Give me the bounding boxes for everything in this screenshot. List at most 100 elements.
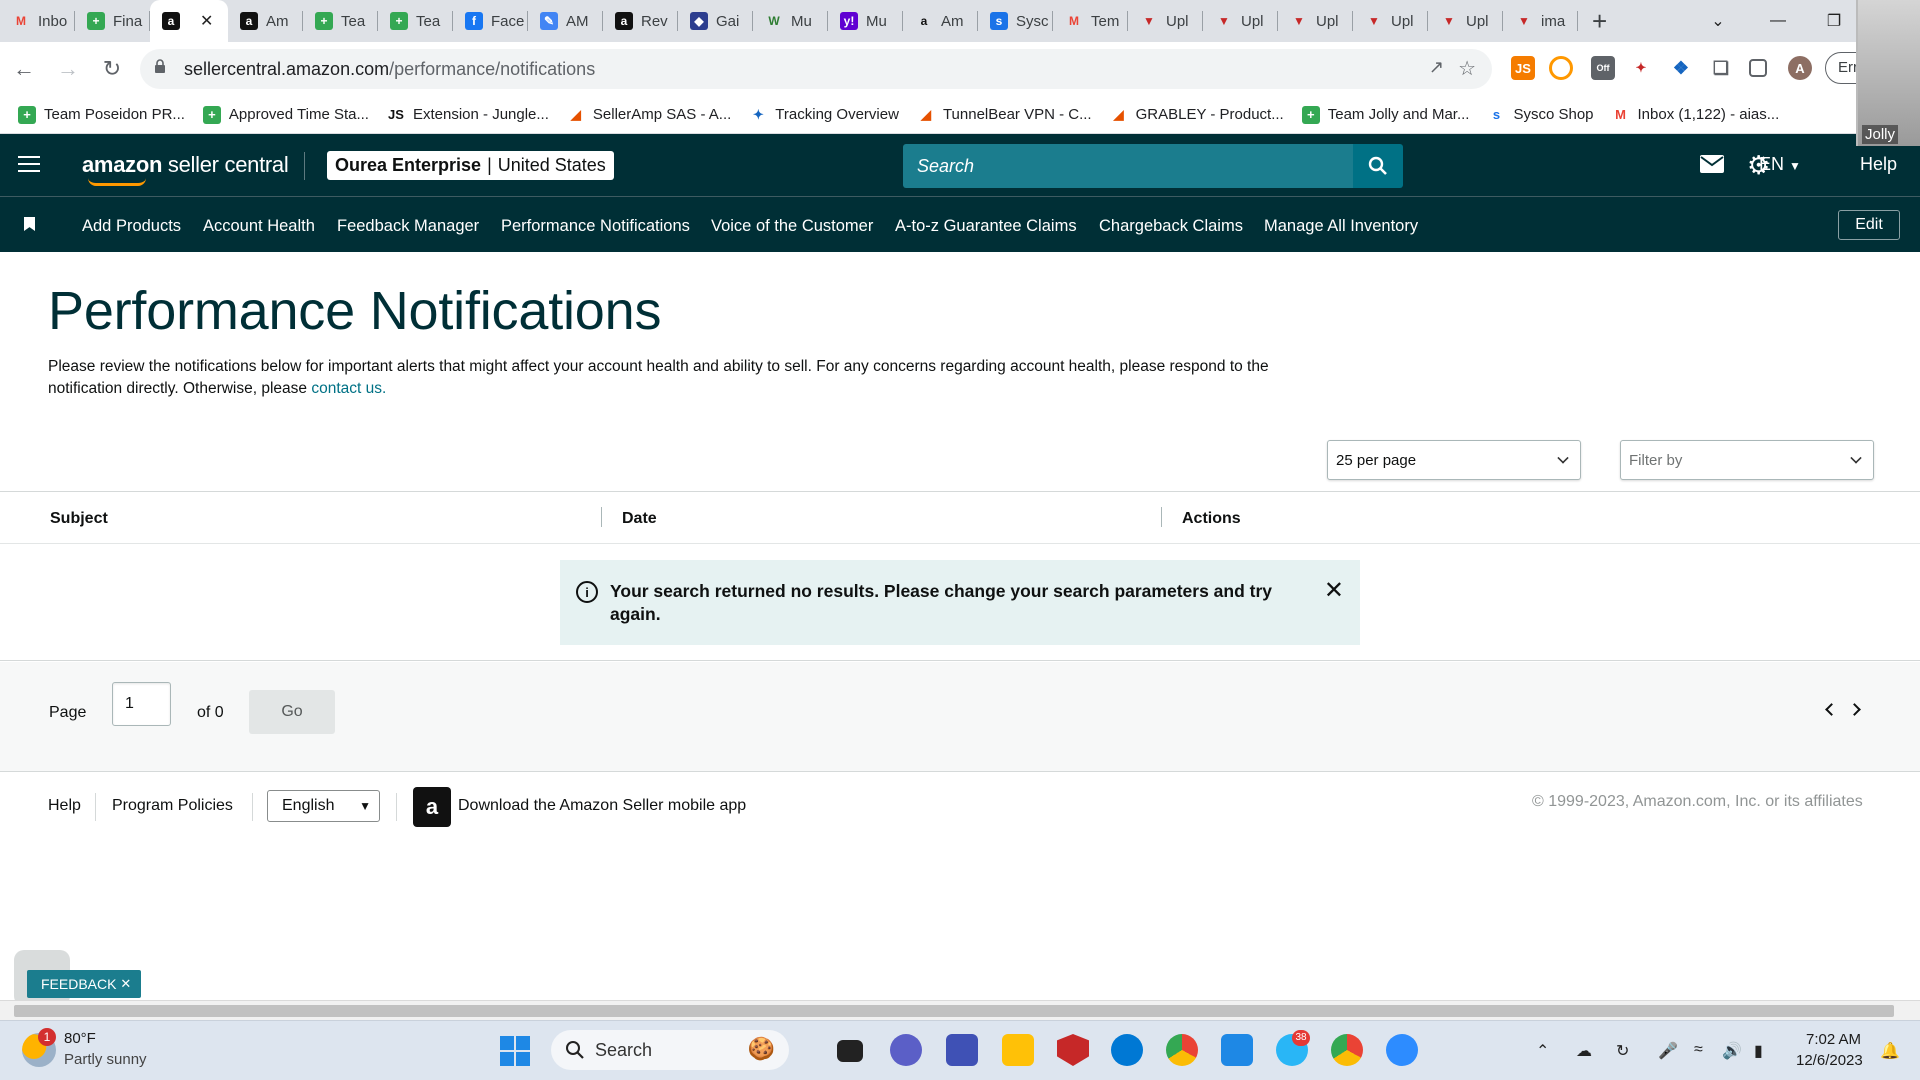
task-view-icon[interactable] [837,1040,863,1062]
nav-link[interactable]: Account Health [203,217,315,236]
minimize-icon[interactable]: — [1750,0,1806,42]
share-icon[interactable]: ↗ [1429,57,1444,78]
tab-18[interactable]: ▼ Upl [1353,0,1428,42]
tab-13[interactable]: s Sysc [978,0,1053,42]
tab-15[interactable]: ▼ Upl [1128,0,1203,42]
onedrive-cloud-icon[interactable]: ☁ [1576,1041,1592,1061]
tab-11[interactable]: y! Mu [828,0,903,42]
chrome-profile-icon[interactable] [1331,1034,1363,1066]
tab-2[interactable]: a ✕ [150,0,228,42]
amazon-app-icon[interactable]: a [413,787,451,827]
tab-1[interactable]: + Fina [75,0,150,42]
zoom-icon[interactable] [1386,1034,1418,1066]
file-explorer-icon[interactable] [1002,1034,1034,1066]
program-policies-link[interactable]: Program Policies [112,797,233,815]
tab-14[interactable]: M Tem [1053,0,1128,42]
extension-off-icon[interactable]: Off [1591,56,1615,80]
footer-language-select[interactable]: English ▼ [267,790,380,822]
side-panel-icon[interactable] [1749,59,1767,77]
windows-start-icon[interactable] [500,1036,530,1066]
feedback-button[interactable]: FEEDBACK ✕ [27,970,141,998]
notifications-icon[interactable]: 🔔 [1880,1041,1900,1061]
junglescout-extension-icon[interactable]: JS [1511,56,1535,80]
amazon-seller-central-logo[interactable]: amazon seller central [82,152,289,186]
nav-link[interactable]: Performance Notifications [501,217,690,236]
forward-icon[interactable]: → [48,49,88,89]
nav-link[interactable]: A-to-z Guarantee Claims [895,217,1077,236]
bookmark-item[interactable]: JS Extension - Jungle... [387,106,549,124]
tab-4[interactable]: + Tea [303,0,378,42]
tab-3[interactable]: a Am [228,0,303,42]
taskbar-search[interactable]: Search 🍪 [551,1030,789,1070]
chrome-icon[interactable] [1166,1034,1198,1066]
contact-us-link[interactable]: contact us. [311,380,386,397]
mail-icon[interactable] [1700,155,1724,179]
chevron-left-icon[interactable] [1825,703,1838,716]
clock-date[interactable]: 12/6/2023 [1796,1052,1863,1069]
photos-icon[interactable] [1221,1034,1253,1066]
language-selector[interactable]: EN ▼ [1759,154,1801,175]
new-tab-button[interactable]: + [1592,6,1607,37]
filter-select[interactable]: Filter by [1620,440,1874,480]
column-date[interactable]: Date [622,510,657,528]
tab-0[interactable]: M Inbo [0,0,75,42]
search-button[interactable] [1353,144,1403,188]
back-icon[interactable]: ← [4,49,44,89]
nav-link[interactable]: Manage All Inventory [1264,217,1418,236]
bookmark-item[interactable]: ◢ TunnelBear VPN - C... [917,106,1092,124]
chevron-up-icon[interactable]: ⌃ [1536,1041,1549,1061]
column-subject[interactable]: Subject [50,510,108,528]
sync-icon[interactable]: ↻ [1616,1041,1629,1061]
page-number-input[interactable]: 1 [112,682,171,726]
grabley-extension-icon[interactable]: ✦ [1629,56,1653,80]
nav-link[interactable]: Chargeback Claims [1099,217,1243,236]
chevron-right-icon[interactable] [1848,703,1861,716]
close-icon[interactable]: ✕ [120,976,131,992]
bookmark-item[interactable]: + Team Jolly and Mar... [1301,105,1469,124]
go-button[interactable]: Go [249,690,335,734]
tab-12[interactable]: a Am [903,0,978,42]
horizontal-scrollbar[interactable] [0,1000,1920,1020]
tab-17[interactable]: ▼ Upl [1278,0,1353,42]
close-tab-icon[interactable]: ✕ [200,11,213,31]
puzzle-icon[interactable]: ❏ [1709,56,1733,80]
footer-help-link[interactable]: Help [48,797,81,815]
microphone-icon[interactable]: 🎤 [1658,1041,1678,1061]
battery-icon[interactable]: ▮ [1754,1041,1763,1061]
reload-icon[interactable]: ↻ [92,49,132,89]
nav-link[interactable]: Add Products [82,217,181,236]
hamburger-menu-icon[interactable] [18,156,40,174]
address-bar[interactable]: sellercentral.amazon.com/performance/not… [140,49,1492,89]
bookmark-item[interactable]: M Inbox (1,122) - aias... [1612,106,1779,124]
restore-icon[interactable]: ❐ [1806,0,1862,42]
wifi-icon[interactable]: ≈ [1694,1041,1703,1059]
per-page-select[interactable]: 25 per page [1327,440,1581,480]
profile-avatar[interactable]: A [1788,56,1812,80]
nav-link[interactable]: Feedback Manager [337,217,479,236]
close-icon[interactable]: ✕ [1324,579,1344,625]
scrollbar-thumb[interactable] [14,1005,1894,1017]
bookmark-item[interactable]: s Sysco Shop [1487,106,1594,124]
speaker-icon[interactable]: 🔊 [1722,1041,1742,1061]
tab-9[interactable]: ◆ Gai [678,0,753,42]
edit-nav-button[interactable]: Edit [1838,210,1900,240]
bookmark-item[interactable]: + Approved Time Sta... [202,105,369,124]
teams-chat-icon[interactable] [890,1034,922,1066]
tab-5[interactable]: + Tea [378,0,453,42]
bookmark-item[interactable]: ◢ GRABLEY - Product... [1110,106,1284,124]
selleramp-extension-icon[interactable] [1549,56,1573,80]
bookmark-item[interactable]: ✦ Tracking Overview [749,106,899,124]
tracking-extension-icon[interactable]: ❖ [1669,56,1693,80]
star-icon[interactable]: ☆ [1458,56,1476,81]
tab-20[interactable]: ▼ ima [1503,0,1578,42]
tab-7[interactable]: ✎ AM [528,0,603,42]
bookmark-item[interactable]: ◢ SellerAmp SAS - A... [567,106,731,124]
nav-link[interactable]: Voice of the Customer [711,217,873,236]
search-input[interactable]: Search [903,144,1353,188]
download-app-link[interactable]: Download the Amazon Seller mobile app [458,797,746,815]
tab-19[interactable]: ▼ Upl [1428,0,1503,42]
tab-16[interactable]: ▼ Upl [1203,0,1278,42]
bookmark-item[interactable]: + Team Poseidon PR... [18,105,185,124]
edge-icon[interactable] [1111,1034,1143,1066]
clock-time[interactable]: 7:02 AM [1806,1031,1861,1048]
